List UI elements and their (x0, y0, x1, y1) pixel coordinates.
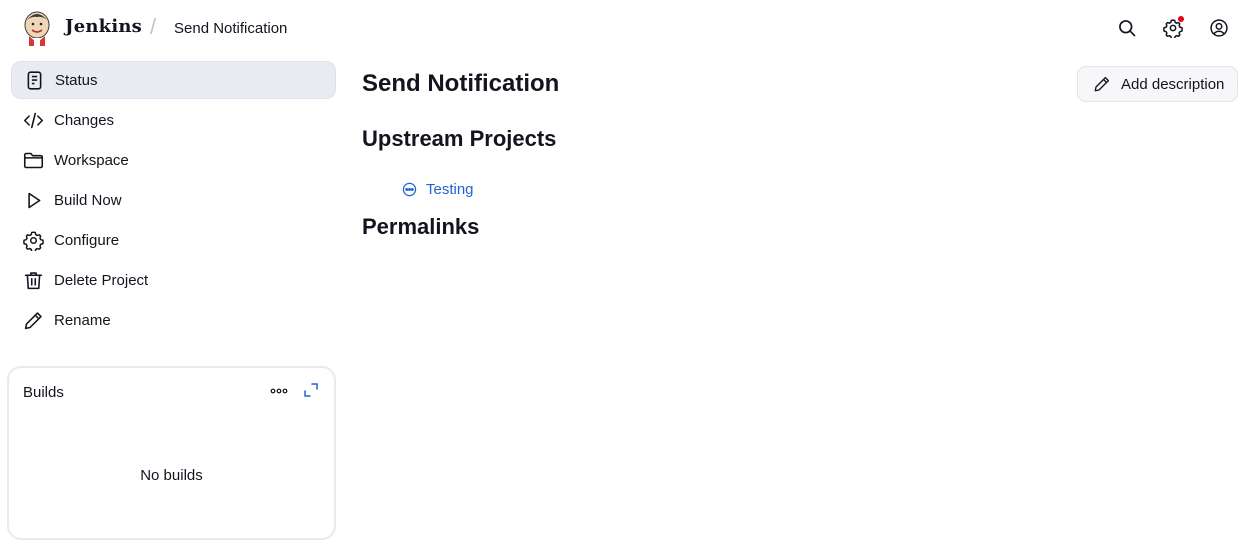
sidebar-item-label: Build Now (54, 191, 122, 209)
sidebar-item-configure[interactable]: Configure (11, 221, 336, 259)
folder-icon (22, 149, 44, 171)
jenkins-logo[interactable] (22, 10, 52, 46)
upstream-projects-heading: Upstream Projects (362, 126, 557, 151)
notification-dot (1178, 16, 1184, 22)
page-title: Send Notification (362, 70, 560, 97)
sidebar: Status Changes Workspace Build Now Confi… (11, 61, 336, 341)
sidebar-item-changes[interactable]: Changes (11, 101, 336, 139)
pencil-icon (1094, 76, 1110, 92)
expand-icon[interactable] (303, 382, 319, 398)
sidebar-item-status[interactable]: Status (11, 61, 336, 99)
sidebar-item-rename[interactable]: Rename (11, 301, 336, 339)
more-options-icon[interactable] (270, 382, 288, 400)
sidebar-item-label: Rename (54, 311, 111, 329)
brand-name[interactable]: Jenkins (65, 16, 142, 37)
breadcrumb-separator: / (150, 14, 157, 39)
sidebar-item-label: Changes (54, 111, 115, 129)
permalinks-heading: Permalinks (362, 214, 480, 239)
play-icon (22, 189, 44, 211)
add-description-button[interactable]: Add description (1077, 66, 1238, 102)
gear-icon (22, 229, 44, 251)
builds-title: Builds (23, 384, 64, 401)
pencil-icon (22, 309, 44, 331)
search-icon[interactable] (1115, 16, 1139, 40)
trash-icon (22, 269, 44, 291)
sidebar-item-label: Configure (54, 231, 120, 249)
no-builds-message: No builds (140, 467, 203, 484)
sidebar-item-label: Workspace (54, 151, 129, 169)
add-description-label: Add description (1121, 75, 1225, 93)
sidebar-item-workspace[interactable]: Workspace (11, 141, 336, 179)
code-icon (22, 109, 44, 131)
status-icon (23, 69, 45, 91)
builds-card: Builds No builds (7, 366, 336, 540)
not-built-icon (402, 182, 417, 197)
header: Jenkins / Send Notification (0, 0, 1246, 57)
sidebar-item-build-now[interactable]: Build Now (11, 181, 336, 219)
user-icon[interactable] (1207, 16, 1231, 40)
gear-icon[interactable] (1161, 16, 1185, 40)
sidebar-item-delete-project[interactable]: Delete Project (11, 261, 336, 299)
upstream-project-name: Testing (426, 181, 474, 198)
upstream-project-link[interactable]: Testing (402, 181, 474, 198)
sidebar-item-label: Delete Project (54, 271, 149, 289)
sidebar-item-label: Status (55, 71, 98, 89)
breadcrumb-current[interactable]: Send Notification (174, 20, 287, 37)
